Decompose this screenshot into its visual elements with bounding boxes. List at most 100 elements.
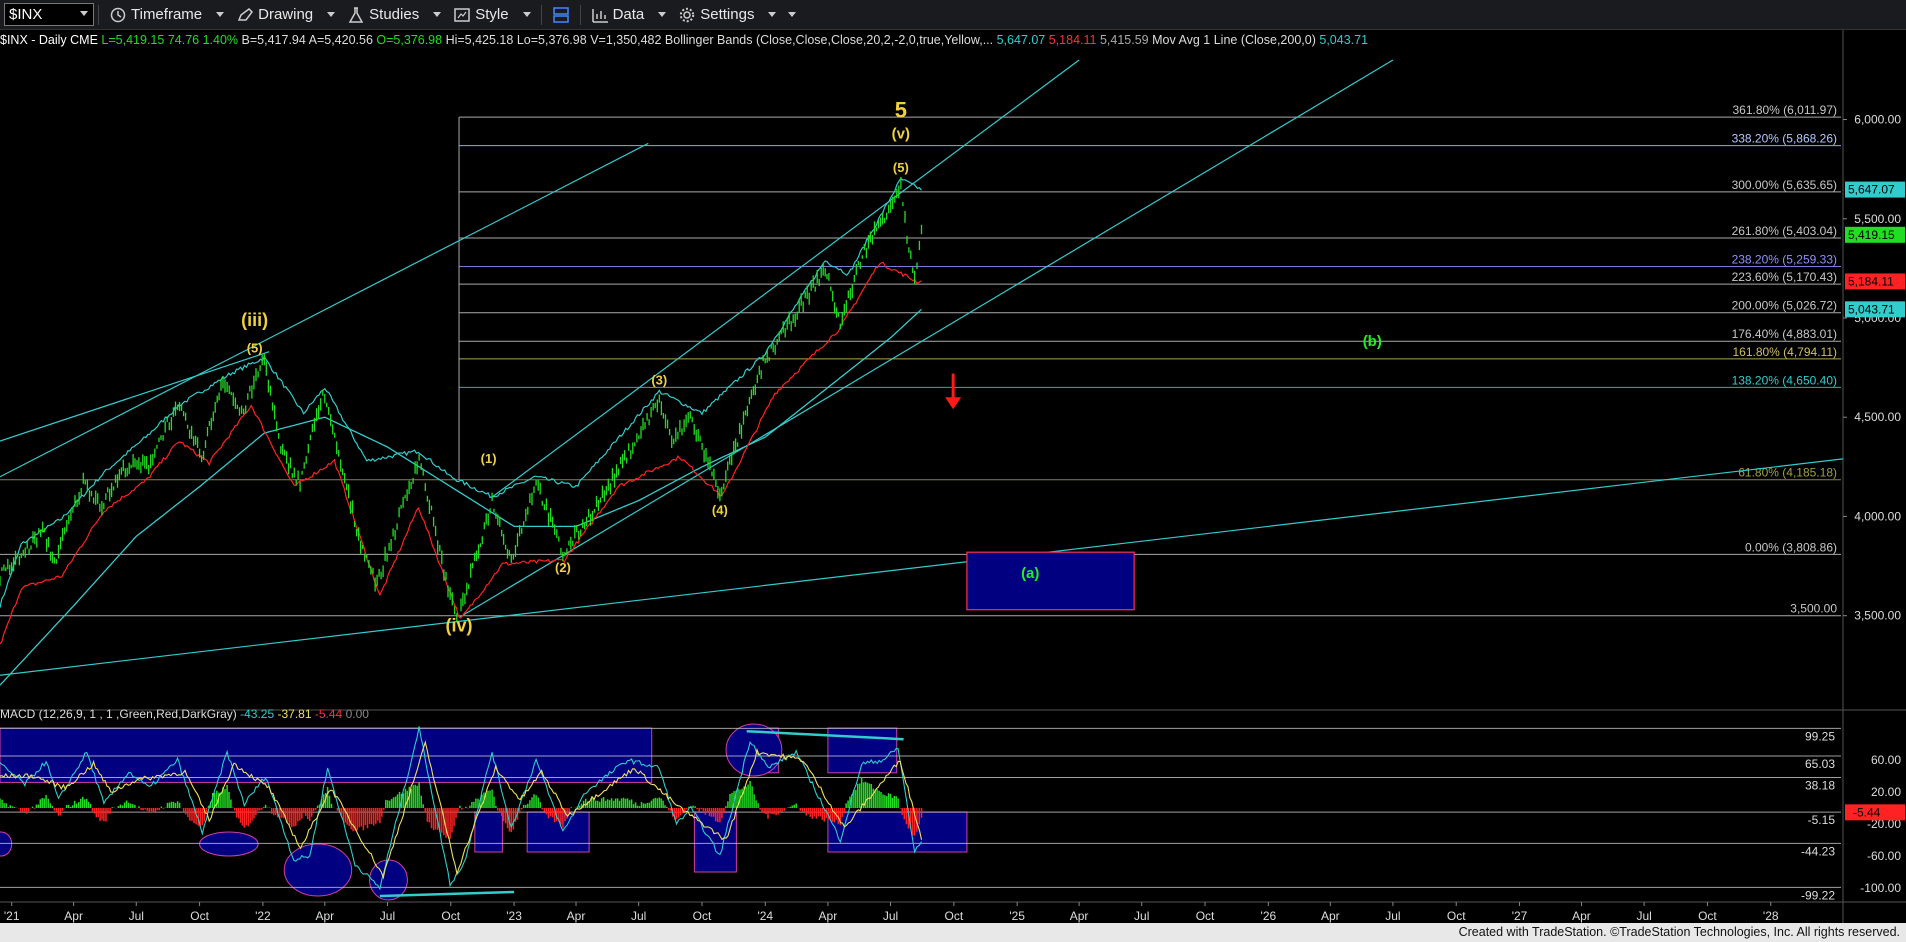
wave-label: (1) xyxy=(481,451,497,466)
fib-level-label: 176.40% (4,883.01) xyxy=(1732,327,1837,341)
fib-level-label: 138.20% (4,650.40) xyxy=(1732,373,1837,387)
settings-label: Settings xyxy=(700,6,755,23)
macd-zero-value: 0.00 xyxy=(345,707,369,721)
more-button[interactable] xyxy=(782,0,802,30)
price-bars xyxy=(0,176,923,625)
flask-icon xyxy=(348,6,364,23)
date-tick-label: '26 xyxy=(1261,909,1277,923)
date-tick-label: Apr xyxy=(315,909,334,923)
wave-label: (3) xyxy=(651,372,667,387)
date-tick-label: Jul xyxy=(883,909,898,923)
target-box xyxy=(966,551,1135,611)
legend-change: 74.76 xyxy=(167,33,200,47)
gear-icon xyxy=(680,7,695,22)
toolbar-divider xyxy=(98,4,99,25)
price-tick-label: 6,000.00 xyxy=(1854,113,1901,127)
date-tick-label: Jul xyxy=(631,909,646,923)
trendline xyxy=(0,458,1844,676)
footer-credit: Created with TradeStation. ©TradeStation… xyxy=(0,923,1906,942)
data-button[interactable]: Data xyxy=(585,0,673,30)
macd-highlight-ellipse xyxy=(369,859,408,901)
date-tick-label: Oct xyxy=(945,909,964,923)
date-tick-label: Jul xyxy=(380,909,395,923)
price-badge-label: 5,184.11 xyxy=(1848,274,1894,288)
wave-label: (a) xyxy=(1021,565,1039,582)
toolbar: $INX Timeframe Drawing Studies Style Dat… xyxy=(0,0,1906,30)
macd-tick-label: 20.00 xyxy=(1871,785,1901,799)
style-button[interactable]: Style xyxy=(447,0,536,30)
date-tick-label: Apr xyxy=(1070,909,1089,923)
date-tick-label: '25 xyxy=(1009,909,1025,923)
fib-level-label: 161.80% (4,794.11) xyxy=(1732,345,1837,359)
bollinger-upper-line xyxy=(0,177,922,608)
macd-highlight-box xyxy=(827,811,968,853)
wave-label: (4) xyxy=(712,502,728,517)
fib-level-label: 261.80% (5,403.04) xyxy=(1732,224,1837,238)
layout-button[interactable] xyxy=(546,0,576,30)
timeframe-button[interactable]: Timeframe xyxy=(103,0,230,30)
toolbar-divider xyxy=(579,4,581,25)
studies-label: Studies xyxy=(369,6,420,23)
chevron-down-icon xyxy=(327,12,336,17)
settings-button[interactable]: Settings xyxy=(672,0,782,30)
date-tick-label: '27 xyxy=(1512,909,1528,923)
macd-signal-value: -37.81 xyxy=(277,707,312,721)
legend-bb-lower: 5,184.11 xyxy=(1048,33,1097,47)
legend-lo: Lo=5,376.98 xyxy=(516,33,587,47)
date-tick-label: Apr xyxy=(819,909,838,923)
legend-ma-value: 5,043.71 xyxy=(1319,33,1369,47)
fib-level-label: 200.00% (5,026.72) xyxy=(1732,299,1837,313)
legend-vol: V=1,350,482 xyxy=(590,33,662,47)
legend-open: O=5,376.98 xyxy=(376,33,443,47)
chevron-down-icon xyxy=(768,12,777,17)
date-tick-label: Oct xyxy=(190,909,209,923)
macd-highlight-box xyxy=(474,811,503,853)
legend-bb-upper: 5,647.07 xyxy=(996,33,1046,47)
date-tick-label: Oct xyxy=(693,909,712,923)
chart-canvas[interactable]: 361.80% (6,011.97) 338.20% (5,868.26) 300.… xyxy=(0,30,1906,923)
trendline xyxy=(492,59,1080,498)
legend-ma-name: Mov Avg 1 Line (Close,200,0) xyxy=(1152,33,1316,47)
date-tick-label: Oct xyxy=(1447,909,1466,923)
macd-name: MACD (12,26,9, 1 , 1 ,Green,Red,DarkGray… xyxy=(0,707,237,721)
bollinger-lower-line xyxy=(0,261,922,645)
style-icon xyxy=(454,7,470,22)
legend-hi: Hi=5,425.18 xyxy=(445,33,514,47)
chevron-down-icon xyxy=(788,12,797,17)
fib-level-label: 61.80% (4,185.18) xyxy=(1738,466,1837,480)
symbol-input[interactable]: $INX xyxy=(4,3,94,26)
date-tick-label: '28 xyxy=(1763,909,1779,923)
symbol-text: $INX xyxy=(9,6,43,23)
fib-level-label: 300.00% (5,635.65) xyxy=(1732,178,1837,192)
date-tick-label: Apr xyxy=(567,909,586,923)
price-tick-label: 3,500.00 xyxy=(1854,609,1901,623)
clock-icon xyxy=(110,7,126,22)
wave-label: (2) xyxy=(555,560,571,575)
date-tick-label: Oct xyxy=(1196,909,1215,923)
legend-pct: 1.40% xyxy=(202,33,239,47)
drawing-button[interactable]: Drawing xyxy=(230,0,341,30)
chevron-down-icon xyxy=(433,12,442,17)
price-badge-label: 5,043.71 xyxy=(1848,302,1895,316)
macd-value: -43.25 xyxy=(240,707,275,721)
axes: 6,000.005,500.005,000.004,500.004,000.00… xyxy=(4,113,1905,923)
drawing-label: Drawing xyxy=(258,6,314,23)
macd-legend: MACD (12,26,9, 1 , 1 ,Green,Red,DarkGray… xyxy=(0,707,369,721)
macd-level-label: -44.23 xyxy=(1801,844,1835,858)
toolbar-divider xyxy=(540,4,542,25)
layout-icon xyxy=(552,6,569,23)
macd-tick-label: 60.00 xyxy=(1871,753,1901,767)
wave-label: (b) xyxy=(1363,333,1382,350)
fib-level-label: 238.20% (5,259.33) xyxy=(1732,253,1837,267)
studies-button[interactable]: Studies xyxy=(341,0,447,30)
date-tick-label: '24 xyxy=(757,909,773,923)
fib-level-label: 0.00% (3,808.86) xyxy=(1745,540,1837,554)
macd-highlight-ellipse xyxy=(0,831,13,857)
wave-label: (5) xyxy=(893,160,909,175)
macd-highlight-ellipse xyxy=(199,831,259,857)
macd-level-label: 65.03 xyxy=(1805,757,1835,771)
wave-label: (v) xyxy=(892,125,910,142)
price-legend: $INX - Daily CME L=5,419.15 74.76 1.40% … xyxy=(0,33,1368,47)
bar-chart-icon xyxy=(591,8,608,23)
wave-label: (iv) xyxy=(446,616,473,636)
